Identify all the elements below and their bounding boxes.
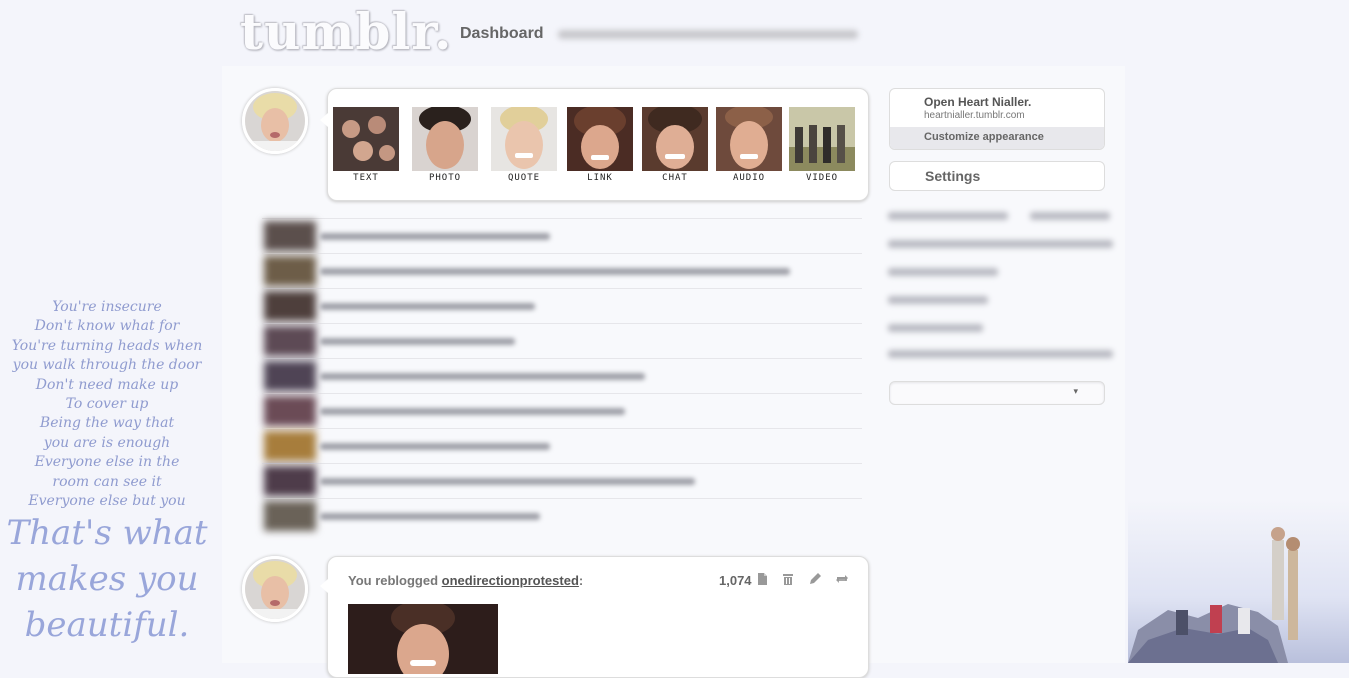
blurred-dashboard-feed [262, 218, 872, 538]
reblog-suffix: : [578, 573, 584, 588]
quote-post-icon [491, 107, 557, 171]
post-photo[interactable] [348, 604, 498, 674]
lyric-line: Everyone else in the [34, 454, 180, 471]
user-avatar[interactable] [242, 88, 308, 154]
tumblr-logo[interactable]: tumblr. [240, 2, 452, 61]
lyric-line: You're insecure [52, 299, 162, 315]
settings-button[interactable]: Settings [889, 161, 1105, 191]
post-type-photo[interactable]: PHOTO [412, 107, 478, 183]
blurred-post-row [262, 358, 862, 393]
lyric-line: Don't know what for [34, 318, 180, 335]
post-avatar[interactable] [242, 556, 308, 622]
post-type-audio[interactable]: AUDIO [716, 107, 782, 183]
customize-appearance-label: Customize appearance [924, 131, 1044, 143]
lyric-line: room can see it [52, 473, 162, 490]
lyric-line: You're turning heads when [11, 337, 203, 354]
new-post-panel: TEXT PHOTO QUOTE LINK CHAT AUDIO VIDEO [320, 88, 869, 201]
post-type-quote[interactable]: QUOTE [491, 107, 557, 183]
chorus-line: beautiful. [24, 605, 190, 645]
blurred-post-row [262, 428, 862, 463]
lyric-line: you are is enough [43, 434, 171, 451]
blurred-post-row [262, 498, 862, 533]
edit-icon[interactable] [808, 572, 822, 586]
chorus-line: That's what [6, 513, 208, 553]
lyric-line: you walk through the door [12, 357, 202, 374]
post-type-video[interactable]: VIDEO [789, 107, 855, 183]
lyric-line: Everyone else but you [28, 493, 186, 510]
lyric-line: Don't need make up [35, 376, 179, 393]
source-username-link[interactable]: onedirectionprotested [442, 573, 579, 588]
blurred-post-row [262, 288, 862, 323]
post-type-label: TEXT [353, 173, 379, 183]
blog-title[interactable]: Open Heart Nialler. [924, 95, 1031, 109]
post-type-chat[interactable]: CHAT [642, 107, 708, 183]
post-type-text[interactable]: TEXT [333, 107, 399, 183]
post-type-link[interactable]: LINK [567, 107, 633, 183]
notes-icon[interactable] [755, 572, 769, 586]
notes-count[interactable]: 1,074 [719, 573, 752, 588]
chorus-line: makes you [15, 559, 199, 599]
reblog-prefix: You reblogged [348, 573, 442, 588]
post-type-label: QUOTE [507, 173, 541, 183]
photo-post-icon [412, 107, 478, 171]
post-type-label: LINK [587, 173, 613, 183]
lyrics-chorus: That's what makes you beautiful. [0, 510, 214, 648]
blurred-post-row [262, 253, 862, 288]
lyrics-text: You're insecure Don't know what for You'… [0, 298, 214, 511]
sidebar-dropdown[interactable]: ▾ [889, 381, 1105, 405]
blurred-post-row [262, 218, 862, 253]
blurred-sidebar-menu [880, 202, 1116, 362]
chevron-down-icon: ▾ [1073, 386, 1078, 396]
post-type-label: CHAT [662, 173, 688, 183]
blurred-post-row [262, 323, 862, 358]
reblog-post: You reblogged onedirectionprotested: 1,0… [320, 556, 869, 678]
delete-icon[interactable] [781, 572, 795, 586]
audio-post-icon [716, 107, 782, 171]
blurred-header-text [558, 30, 858, 39]
reblog-icon[interactable] [835, 572, 849, 586]
link-post-icon [567, 107, 633, 171]
settings-label: Settings [925, 168, 981, 184]
blog-card[interactable]: Open Heart Nialler. heartnialler.tumblr.… [889, 88, 1105, 150]
video-post-icon [789, 107, 855, 171]
blurred-post-row [262, 463, 862, 498]
customize-appearance-button[interactable]: Customize appearance [890, 127, 1104, 149]
background-band-photo [1128, 500, 1349, 663]
post-type-label: VIDEO [805, 173, 839, 183]
lyric-line: To cover up [65, 396, 149, 413]
lyric-line: Being the way that [39, 415, 175, 432]
reblog-header: You reblogged onedirectionprotested: [348, 573, 583, 588]
page-title: Dashboard [460, 25, 544, 42]
text-post-icon [333, 107, 399, 171]
post-type-label: PHOTO [428, 173, 462, 183]
blog-url[interactable]: heartnialler.tumblr.com [924, 110, 1025, 121]
chat-post-icon [642, 107, 708, 171]
post-type-label: AUDIO [732, 173, 766, 183]
blurred-post-row [262, 393, 862, 428]
